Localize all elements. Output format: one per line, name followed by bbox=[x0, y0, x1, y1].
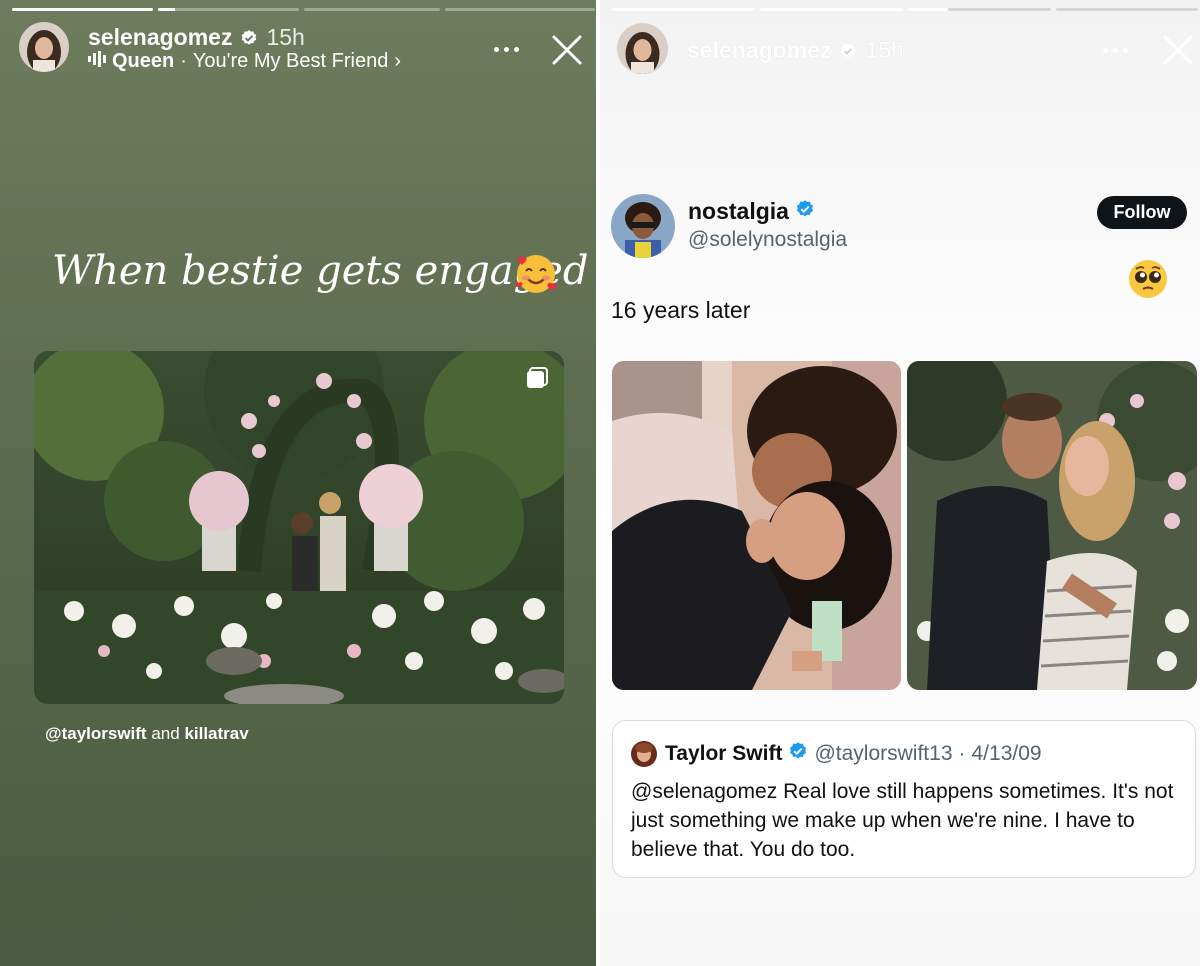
progress-segment bbox=[12, 8, 153, 11]
multi-photo-icon bbox=[526, 367, 548, 394]
progress-segment bbox=[158, 8, 299, 11]
tag-user[interactable]: @taylorswift bbox=[45, 724, 147, 743]
progress-segment bbox=[1056, 8, 1198, 11]
photo-tags: @taylorswift and killatrav bbox=[45, 724, 249, 744]
story-header: selenagomez 15h bbox=[88, 24, 305, 51]
quoted-tweet[interactable]: Taylor Swift @taylorswift13 · 4/13/09 @s… bbox=[612, 720, 1196, 878]
tag-user[interactable]: killatrav bbox=[184, 724, 248, 743]
username[interactable]: selenagomez bbox=[88, 24, 232, 51]
quoted-tweet-text: @selenagomez Real love still happens som… bbox=[631, 780, 1174, 861]
username[interactable]: selenagomez bbox=[687, 37, 831, 64]
progress-segment bbox=[445, 8, 595, 11]
progress-segment bbox=[304, 8, 440, 11]
avatar[interactable] bbox=[19, 22, 69, 72]
quoted-tweet-header: Taylor Swift @taylorswift13 · 4/13/09 bbox=[665, 741, 1042, 767]
close-icon[interactable] bbox=[551, 34, 583, 71]
post-time: 15h bbox=[865, 37, 904, 63]
story-progress-bar bbox=[612, 8, 1198, 11]
music-bars-icon bbox=[88, 50, 106, 73]
chevron-right-icon: › bbox=[394, 50, 401, 72]
pleading-face-icon bbox=[1127, 258, 1169, 305]
music-title: You're My Best Friend bbox=[192, 50, 389, 72]
music-artist: Queen bbox=[112, 50, 175, 72]
close-icon[interactable] bbox=[1162, 34, 1194, 71]
music-separator: · bbox=[180, 50, 187, 72]
quoted-author-name[interactable]: Taylor Swift bbox=[665, 742, 782, 766]
story-caption: When bestie gets engaged bbox=[52, 248, 589, 294]
story-right[interactable]: selenagomez 15h nostalgia @solelynostalg… bbox=[600, 0, 1200, 966]
post-time: 15h bbox=[266, 24, 305, 50]
tweet-text: 16 years later bbox=[611, 297, 751, 323]
verified-badge-icon bbox=[240, 29, 258, 47]
avatar[interactable] bbox=[617, 23, 668, 74]
story-progress-bar bbox=[12, 8, 595, 11]
verified-badge-icon bbox=[788, 741, 808, 767]
more-options-icon[interactable] bbox=[1103, 48, 1128, 53]
music-attribution[interactable]: Queen · You're My Best Friend › bbox=[88, 50, 401, 73]
tweet-author-name[interactable]: nostalgia bbox=[688, 198, 815, 225]
verified-badge-icon bbox=[795, 198, 815, 225]
quoted-tweet-date: 4/13/09 bbox=[971, 742, 1042, 765]
smiling-face-with-hearts-icon bbox=[514, 253, 558, 300]
verified-badge-icon bbox=[839, 42, 857, 60]
engagement-photo[interactable] bbox=[34, 351, 564, 704]
quoted-author-handle[interactable]: @taylorswift13 bbox=[814, 742, 952, 766]
tweet-author-avatar[interactable] bbox=[611, 194, 675, 258]
couple-photo-image bbox=[612, 361, 901, 690]
progress-segment bbox=[908, 8, 1051, 11]
tweet-author-name-text: nostalgia bbox=[688, 198, 789, 224]
meta-separator: · bbox=[958, 742, 966, 765]
tweet-image-then[interactable] bbox=[612, 361, 901, 690]
garden-scene-image bbox=[34, 351, 564, 704]
progress-segment bbox=[612, 8, 755, 11]
couple-photo-image bbox=[907, 361, 1197, 690]
story-header: selenagomez 15h bbox=[687, 37, 904, 64]
more-options-icon[interactable] bbox=[494, 47, 519, 52]
tweet-author-handle[interactable]: @solelynostalgia bbox=[688, 228, 847, 252]
tweet-image-now[interactable] bbox=[907, 361, 1197, 690]
progress-segment bbox=[760, 8, 903, 11]
story-left[interactable]: selenagomez 15h Queen · You're My Best F… bbox=[0, 0, 596, 966]
tag-joiner: and bbox=[151, 724, 180, 743]
follow-button[interactable]: Follow bbox=[1097, 196, 1187, 229]
quoted-author-avatar[interactable] bbox=[631, 741, 657, 767]
